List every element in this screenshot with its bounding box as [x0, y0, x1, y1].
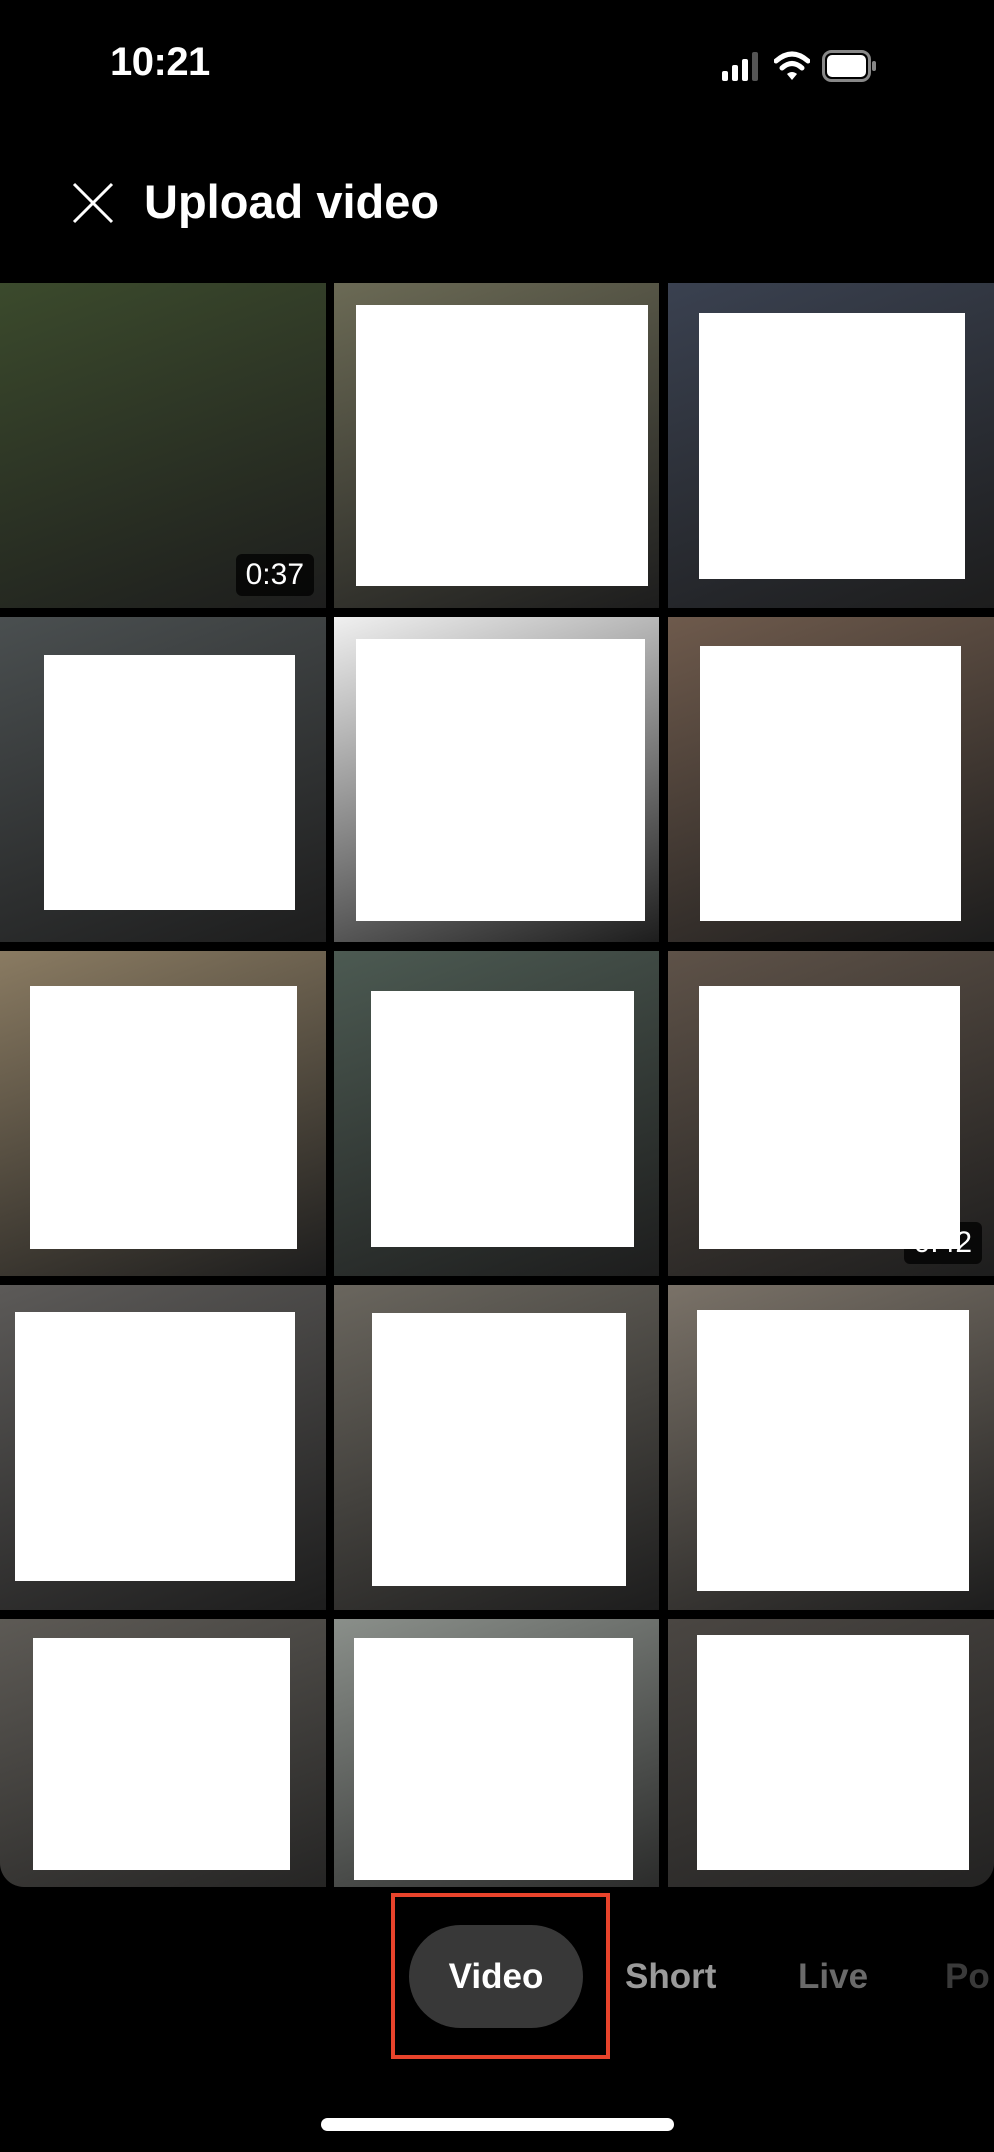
video-thumbnail[interactable]: 0:37 — [0, 283, 326, 608]
redaction-box — [33, 1638, 290, 1870]
video-thumbnail[interactable] — [0, 1285, 326, 1610]
redaction-box — [354, 1638, 633, 1880]
video-thumbnail[interactable] — [0, 951, 326, 1276]
cellular-signal-icon — [722, 52, 758, 81]
battery-icon — [822, 50, 876, 82]
video-thumbnail[interactable] — [334, 1619, 659, 1887]
close-button[interactable] — [70, 180, 116, 226]
status-icons — [722, 48, 878, 84]
video-thumbnail[interactable] — [334, 1285, 659, 1610]
tab-post[interactable]: Po — [945, 1925, 990, 2028]
highlight-box — [391, 1893, 610, 2059]
video-thumbnail[interactable] — [334, 617, 659, 942]
home-indicator[interactable] — [321, 2118, 674, 2131]
redaction-box — [697, 1635, 969, 1870]
video-thumbnail[interactable] — [668, 1285, 994, 1610]
wifi-icon — [774, 51, 810, 80]
video-thumbnail[interactable]: 0:42 — [668, 951, 994, 1276]
redaction-box — [15, 1312, 295, 1581]
redaction-box — [356, 305, 648, 586]
video-thumbnail[interactable] — [0, 617, 326, 942]
tab-short[interactable]: Short — [625, 1925, 716, 2028]
redaction-box — [700, 646, 961, 921]
tab-live[interactable]: Live — [798, 1925, 868, 2028]
video-grid[interactable]: 0:37 0:42 — [0, 283, 994, 1887]
video-thumbnail[interactable] — [0, 1619, 326, 1887]
redaction-box — [697, 1310, 969, 1591]
close-icon — [72, 182, 114, 224]
video-thumbnail[interactable] — [668, 1619, 994, 1887]
video-thumbnail[interactable] — [334, 951, 659, 1276]
duration-badge: 0:37 — [235, 554, 314, 596]
redaction-box — [356, 639, 645, 921]
redaction-box — [44, 655, 295, 910]
redaction-box — [372, 1313, 626, 1586]
redaction-box — [371, 991, 634, 1247]
redaction-box — [699, 986, 960, 1249]
video-thumbnail[interactable] — [334, 283, 659, 608]
status-time: 10:21 — [110, 40, 210, 84]
video-thumbnail[interactable] — [668, 617, 994, 942]
video-thumbnail[interactable] — [668, 283, 994, 608]
page-title: Upload video — [144, 175, 440, 228]
redaction-box — [30, 986, 297, 1249]
redaction-box — [699, 313, 965, 579]
